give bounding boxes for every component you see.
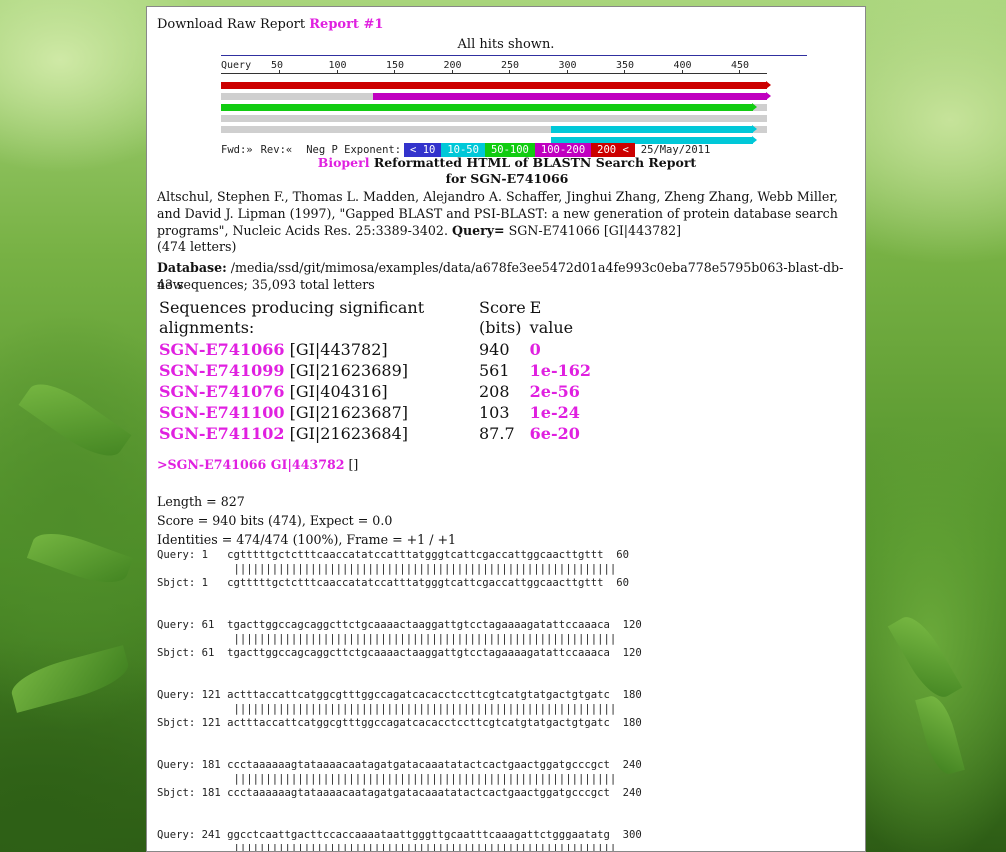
- hit-track: [221, 115, 767, 122]
- query-field-label: Query=: [451, 222, 505, 238]
- ruler-tick-label: 450: [731, 60, 750, 71]
- all-hits-text: All hits shown.: [457, 37, 555, 52]
- ruler-tick-label: 150: [386, 60, 405, 71]
- hit-gi: [GI|21623689]: [284, 361, 408, 380]
- hit-id-link[interactable]: SGN-E741100: [159, 403, 284, 422]
- hit-sequence-cell: SGN-E741099 [GI|21623689]: [157, 360, 477, 381]
- title-line2: for SGN-E741066: [445, 171, 569, 186]
- hit-score: 87.7: [479, 424, 515, 443]
- alignment-sequence: Query: 1 cgtttttgctctttcaaccatatccatttat…: [157, 549, 642, 852]
- hit-id-link[interactable]: SGN-E741066: [159, 340, 284, 359]
- ruler-tick-label: 50: [271, 60, 284, 71]
- report-link[interactable]: Report #1: [309, 17, 383, 32]
- hit-score: 208: [479, 382, 510, 401]
- hit-row: SGN-E741100 [GI|21623687] 103 1e-24: [157, 402, 593, 423]
- database-summary: 43 sequences; 35,093 total letters: [157, 277, 375, 292]
- hit-sequence-cell: SGN-E741066 [GI|443782]: [157, 339, 477, 360]
- hit-id-link[interactable]: SGN-E741102: [159, 424, 284, 443]
- alignment-header: >SGN-E741066 GI|443782 []: [157, 456, 358, 474]
- ruler-tick-label: 400: [673, 60, 692, 71]
- hit-direction-icon: [766, 81, 771, 89]
- hit-id-link[interactable]: SGN-E741099: [159, 361, 284, 380]
- hit-row: SGN-E741102 [GI|21623684] 87.7 6e-20: [157, 423, 593, 444]
- hit-sequence-cell: SGN-E741102 [GI|21623684]: [157, 423, 477, 444]
- hit-bar[interactable]: [551, 125, 757, 133]
- length-line: Length = 827: [157, 494, 245, 509]
- identities-line: Identities = 474/474 (100%), Frame = +1 …: [157, 532, 457, 547]
- hit-direction-icon: [752, 103, 757, 111]
- alignment-anchor[interactable]: >SGN-E741066 GI|443782: [157, 457, 345, 472]
- ruler-tick-label: 350: [616, 60, 635, 71]
- bioperl-link[interactable]: Bioperl: [318, 155, 370, 170]
- hit-direction-icon: [752, 125, 757, 133]
- hits-table-header: Sequences producing significant alignmen…: [157, 297, 593, 339]
- hit-gi: [GI|21623684]: [284, 424, 408, 443]
- title-line1: Reformatted HTML of BLASTN Search Report: [369, 155, 697, 170]
- database-label: Database:: [157, 260, 227, 275]
- query-field-value: SGN-E741066 [GI|443782]: [504, 222, 682, 238]
- citation-block: Altschul, Stephen F., Thomas L. Madden, …: [157, 189, 857, 256]
- hit-gi: [GI|443782]: [284, 340, 388, 359]
- download-row: Download Raw Report Report #1: [157, 17, 855, 32]
- header-evalue: E value: [529, 298, 574, 337]
- hit-evalue-link[interactable]: 1e-162: [528, 360, 593, 381]
- hit-bar[interactable]: [221, 81, 771, 89]
- hit-evalue-link[interactable]: 6e-20: [528, 423, 593, 444]
- hit-gi: [GI|21623687]: [284, 403, 408, 422]
- download-label: Download Raw Report: [157, 17, 306, 32]
- alignment-suffix: []: [344, 457, 359, 472]
- ruler-tick-label: 250: [501, 60, 520, 71]
- ruler-tick-label: 200: [443, 60, 462, 71]
- hit-score: 940: [479, 340, 510, 359]
- query-letters: (474 letters): [157, 239, 237, 255]
- alignment-stats: Length = 827 Score = 940 bits (474), Exp…: [157, 492, 456, 549]
- hit-evalue-link[interactable]: 0: [528, 339, 593, 360]
- ruler-tick-label: 100: [328, 60, 347, 71]
- hit-row: SGN-E741099 [GI|21623689] 561 1e-162: [157, 360, 593, 381]
- hit-sequence-cell: SGN-E741100 [GI|21623687]: [157, 402, 477, 423]
- query-label: Query: [221, 60, 252, 71]
- score-line: Score = 940 bits (474), Expect = 0.0: [157, 513, 393, 528]
- hit-direction-icon: [752, 136, 757, 144]
- ruler-tick-label: 300: [558, 60, 577, 71]
- ruler-line: [221, 73, 767, 74]
- header-score: Score (bits): [479, 298, 526, 337]
- header-sequences: Sequences producing significant alignmen…: [159, 298, 425, 337]
- hit-graphic: Query 50 100 150 200 250 300 350 400 450 Fwd:» R…: [221, 55, 807, 157]
- report-title: Bioperl Reformatted HTML of BLASTN Searc…: [147, 155, 865, 187]
- hit-score: 561: [479, 361, 510, 380]
- hits-table: Sequences producing significant alignmen…: [157, 297, 593, 444]
- hit-bar[interactable]: [221, 103, 757, 111]
- blast-report-panel: Download Raw Report Report #1 All hits s…: [146, 6, 866, 852]
- hit-bar[interactable]: [373, 92, 771, 100]
- hit-direction-icon: [766, 92, 771, 100]
- hit-evalue-link[interactable]: 1e-24: [528, 402, 593, 423]
- hit-row: SGN-E741066 [GI|443782] 940 0: [157, 339, 593, 360]
- graphic-top-line: [221, 55, 807, 56]
- hit-sequence-cell: SGN-E741076 [GI|404316]: [157, 381, 477, 402]
- hit-gi: [GI|404316]: [284, 382, 388, 401]
- hit-score: 103: [479, 403, 510, 422]
- hit-id-link[interactable]: SGN-E741076: [159, 382, 284, 401]
- hit-evalue-link[interactable]: 2e-56: [528, 381, 593, 402]
- hit-row: SGN-E741076 [GI|404316] 208 2e-56: [157, 381, 593, 402]
